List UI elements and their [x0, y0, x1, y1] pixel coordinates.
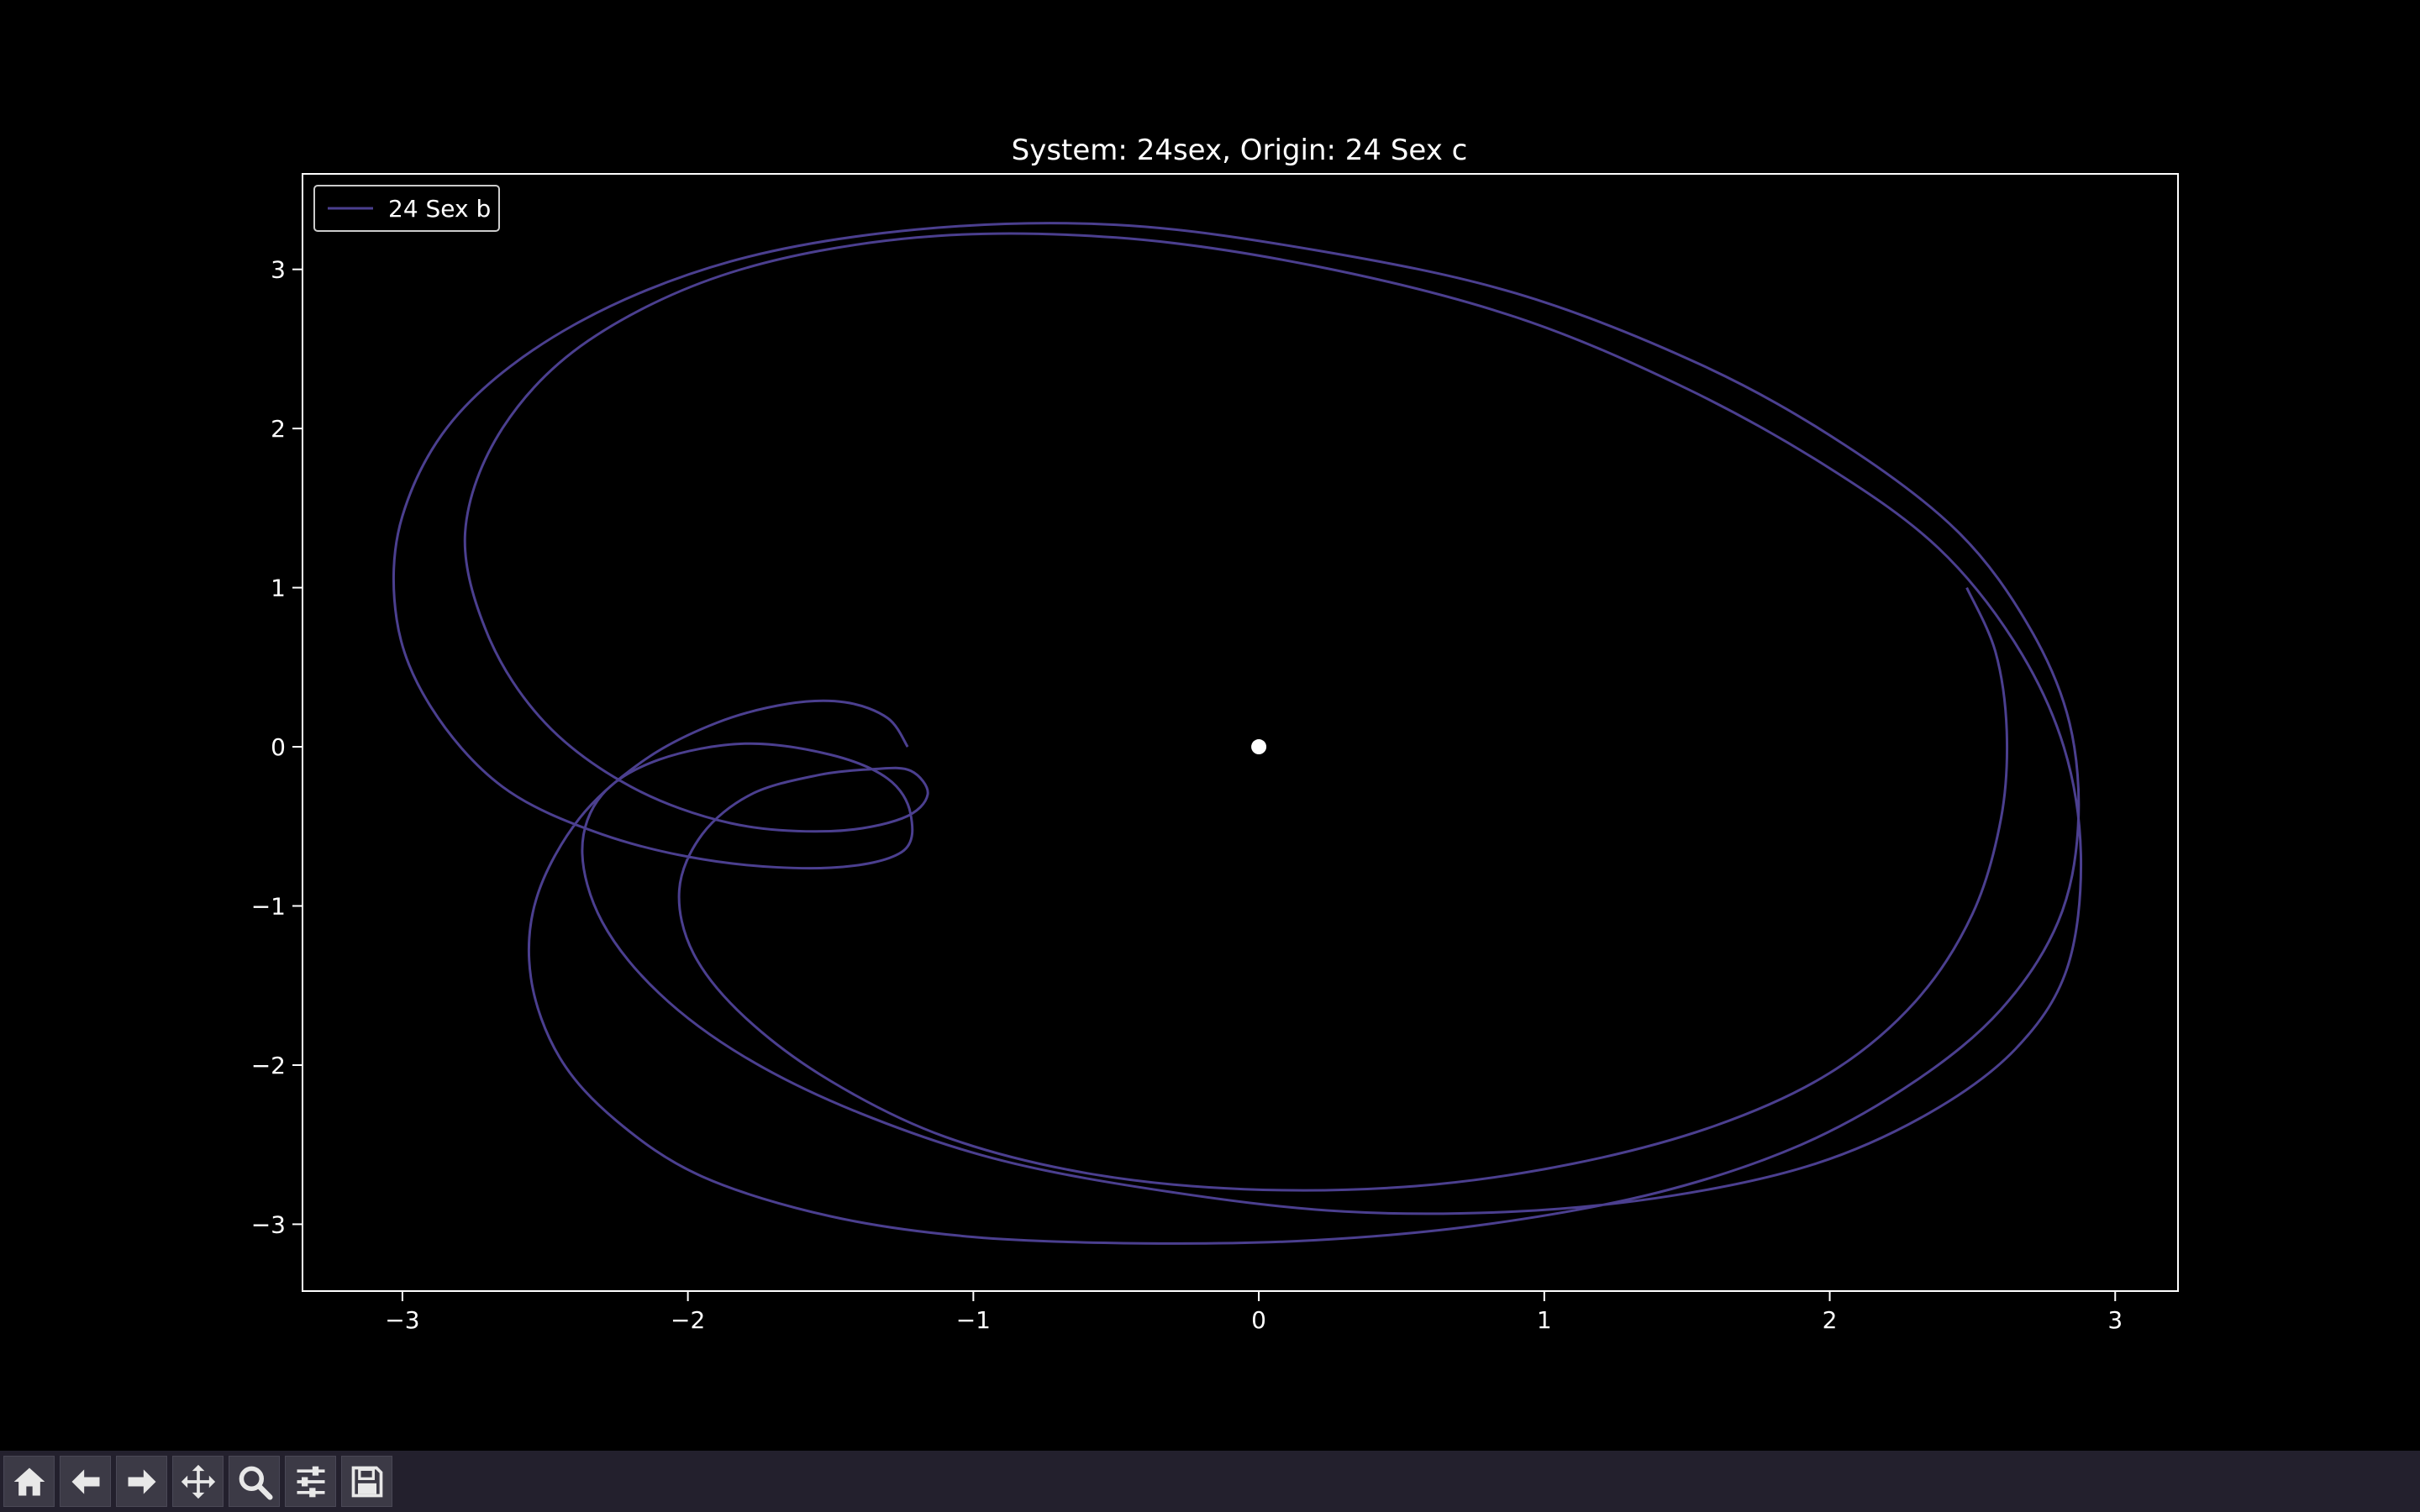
forward-button[interactable]	[116, 1456, 167, 1507]
legend-label-24-sex-b: 24 Sex b	[388, 195, 491, 223]
floppy-disk-icon	[351, 1466, 382, 1497]
back-button[interactable]	[60, 1456, 111, 1507]
y-tick-label: 3	[271, 256, 286, 284]
save-button[interactable]	[341, 1456, 392, 1507]
zoom-button[interactable]	[229, 1456, 280, 1507]
y-tick-label: −1	[251, 893, 286, 921]
pan-button[interactable]	[172, 1456, 224, 1507]
y-tick-label: −2	[251, 1052, 286, 1079]
axes-frame	[302, 173, 2179, 1292]
configure-subplots-button[interactable]	[285, 1456, 336, 1507]
axis-ticks: −3 −2 −1 0 1 2 3 −3 −2 −1 0 1 2 3	[251, 256, 2123, 1334]
x-tick-label: 1	[1537, 1306, 1552, 1334]
series-line-24-sex-b	[392, 222, 2083, 1245]
move-icon	[181, 1464, 215, 1499]
chart-title: System: 24sex, Origin: 24 Sex c	[1012, 134, 1468, 167]
legend[interactable]: 24 Sex b	[313, 185, 500, 232]
magnifier-icon	[239, 1466, 273, 1500]
sliders-icon	[297, 1466, 324, 1497]
x-tick-label: 2	[1823, 1306, 1838, 1334]
x-tick-label: −3	[385, 1306, 419, 1334]
x-tick-label: −1	[956, 1306, 991, 1334]
arrow-right-icon	[128, 1468, 155, 1494]
home-button[interactable]	[3, 1456, 55, 1507]
home-icon	[13, 1467, 45, 1495]
x-tick-label: 3	[2107, 1306, 2123, 1334]
arrow-left-icon	[71, 1468, 99, 1494]
chart-canvas[interactable]: System: 24sex, Origin: 24 Sex c −3 −2 −1 0 1…	[0, 0, 2420, 1451]
figure: System: 24sex, Origin: 24 Sex c −3 −2 −1 0 1…	[0, 0, 2420, 1451]
origin-point-marker	[1251, 739, 1267, 755]
y-tick-label: 1	[271, 575, 286, 602]
navigation-toolbar	[0, 1451, 2420, 1512]
x-tick-label: 0	[1251, 1306, 1266, 1334]
plot-area	[392, 222, 2083, 1245]
y-tick-label: −3	[251, 1210, 286, 1238]
x-tick-label: −2	[671, 1306, 705, 1334]
y-tick-label: 0	[271, 733, 286, 761]
y-tick-label: 2	[271, 415, 286, 443]
